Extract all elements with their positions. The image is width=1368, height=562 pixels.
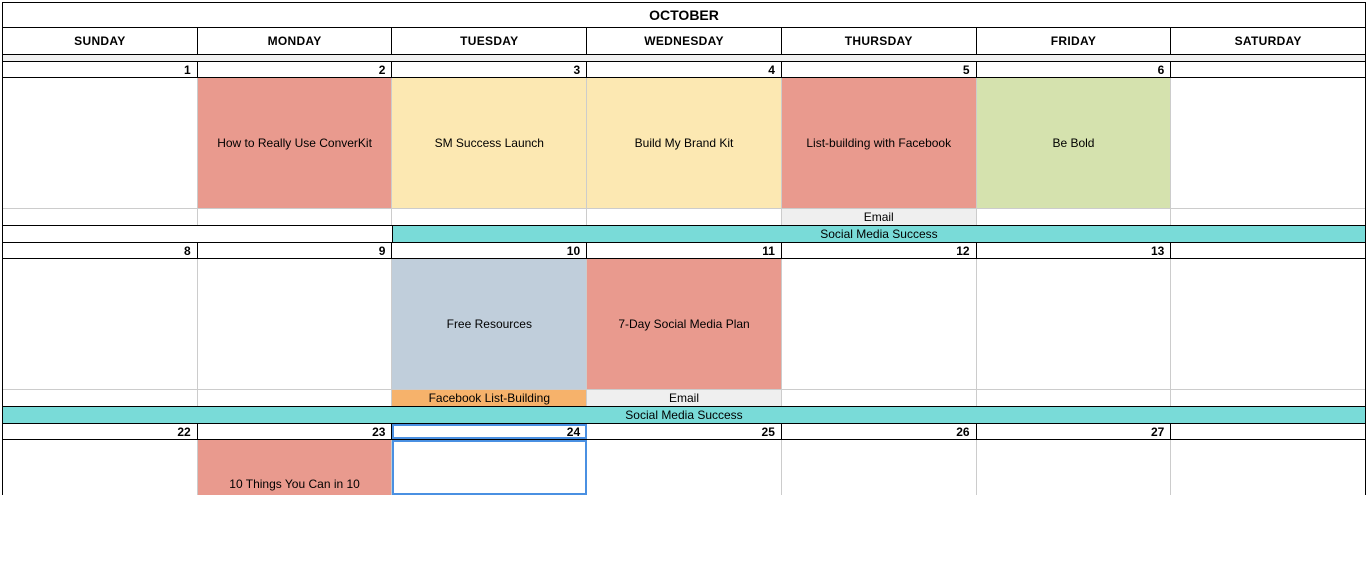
sub-cell[interactable]: [977, 390, 1172, 406]
sub-row-span: Social Media Success: [3, 225, 1365, 242]
sub-row: Facebook List-Building Email: [3, 389, 1365, 406]
date-cell[interactable]: 3: [392, 62, 587, 77]
date-row: 22 23 24 25 26 27: [3, 423, 1365, 440]
sub-cell[interactable]: [587, 209, 782, 225]
event-cell[interactable]: [1171, 78, 1365, 208]
span-event[interactable]: Social Media Success: [393, 226, 1365, 242]
span-event[interactable]: Social Media Success: [3, 406, 1365, 423]
date-row: 8 9 10 11 12 13: [3, 242, 1365, 259]
date-cell[interactable]: [1171, 243, 1365, 258]
date-cell[interactable]: 10: [392, 243, 587, 258]
event-cell[interactable]: [3, 78, 198, 208]
event-cell[interactable]: [587, 440, 782, 495]
event-cell[interactable]: How to Really Use ConverKit: [198, 78, 393, 208]
month-title: OCTOBER: [2, 2, 1366, 28]
date-cell[interactable]: 25: [587, 424, 782, 439]
date-cell[interactable]: 26: [782, 424, 977, 439]
sub-cell[interactable]: [3, 209, 198, 225]
sub-cell[interactable]: [3, 390, 198, 406]
event-cell[interactable]: List-building with Facebook: [782, 78, 977, 208]
event-cell[interactable]: [1171, 259, 1365, 389]
day-header-sat: SATURDAY: [1171, 28, 1366, 55]
event-cell[interactable]: Free Resources: [392, 259, 587, 389]
event-cell[interactable]: [3, 259, 198, 389]
sub-cell[interactable]: [782, 390, 977, 406]
date-cell[interactable]: 11: [587, 243, 782, 258]
date-cell[interactable]: 27: [977, 424, 1172, 439]
sub-cell[interactable]: [392, 209, 587, 225]
date-cell[interactable]: 1: [3, 62, 198, 77]
content-row: Free Resources 7-Day Social Media Plan: [3, 259, 1365, 389]
event-cell[interactable]: [782, 440, 977, 495]
day-header-sun: SUNDAY: [2, 28, 198, 55]
week-1: 1 2 3 4 5 6 How to Really Use ConverKit …: [2, 61, 1366, 242]
week-2: 8 9 10 11 12 13 Free Resources 7-Day Soc…: [2, 242, 1366, 423]
sub-row: Email: [3, 208, 1365, 225]
date-cell[interactable]: 23: [198, 424, 393, 439]
content-row: 10 Things You Can in 10: [3, 440, 1365, 495]
event-cell[interactable]: [3, 440, 198, 495]
event-cell[interactable]: [977, 440, 1172, 495]
event-cell-selected[interactable]: [392, 440, 587, 495]
day-headers-row: SUNDAY MONDAY TUESDAY WEDNESDAY THURSDAY…: [2, 28, 1366, 55]
date-cell[interactable]: 12: [782, 243, 977, 258]
date-cell[interactable]: 9: [198, 243, 393, 258]
event-cell[interactable]: [977, 259, 1172, 389]
sub-cell[interactable]: [198, 390, 393, 406]
sub-cell-fb[interactable]: Facebook List-Building: [392, 390, 587, 406]
event-cell[interactable]: SM Success Launch: [392, 78, 587, 208]
day-header-wed: WEDNESDAY: [587, 28, 782, 55]
date-row: 1 2 3 4 5 6: [3, 61, 1365, 78]
sub-cell[interactable]: [977, 209, 1172, 225]
date-cell[interactable]: 6: [977, 62, 1172, 77]
event-cell[interactable]: [198, 259, 393, 389]
sub-cell[interactable]: [1171, 209, 1365, 225]
sub-cell[interactable]: [1171, 390, 1365, 406]
date-cell[interactable]: 8: [3, 243, 198, 258]
calendar-grid: OCTOBER SUNDAY MONDAY TUESDAY WEDNESDAY …: [2, 2, 1366, 495]
date-cell[interactable]: [1171, 424, 1365, 439]
event-cell[interactable]: [782, 259, 977, 389]
date-cell[interactable]: 4: [587, 62, 782, 77]
sub-cell[interactable]: [3, 226, 393, 242]
event-cell[interactable]: 7-Day Social Media Plan: [587, 259, 782, 389]
sub-cell-email[interactable]: Email: [782, 209, 977, 225]
date-cell[interactable]: [1171, 62, 1365, 77]
event-cell[interactable]: Build My Brand Kit: [587, 78, 782, 208]
day-header-thu: THURSDAY: [782, 28, 977, 55]
date-cell[interactable]: 5: [782, 62, 977, 77]
event-cell[interactable]: Be Bold: [977, 78, 1172, 208]
content-row: How to Really Use ConverKit SM Success L…: [3, 78, 1365, 208]
date-cell[interactable]: 13: [977, 243, 1172, 258]
date-cell-selected[interactable]: 24: [392, 424, 587, 439]
day-header-fri: FRIDAY: [977, 28, 1172, 55]
sub-cell[interactable]: [198, 209, 393, 225]
day-header-tue: TUESDAY: [392, 28, 587, 55]
event-cell[interactable]: [1171, 440, 1365, 495]
event-cell[interactable]: 10 Things You Can in 10: [198, 440, 393, 495]
day-header-mon: MONDAY: [198, 28, 393, 55]
date-cell[interactable]: 2: [198, 62, 393, 77]
sub-cell-email[interactable]: Email: [587, 390, 782, 406]
date-cell[interactable]: 22: [3, 424, 198, 439]
week-3: 22 23 24 25 26 27 10 Things You Can in 1…: [2, 423, 1366, 495]
